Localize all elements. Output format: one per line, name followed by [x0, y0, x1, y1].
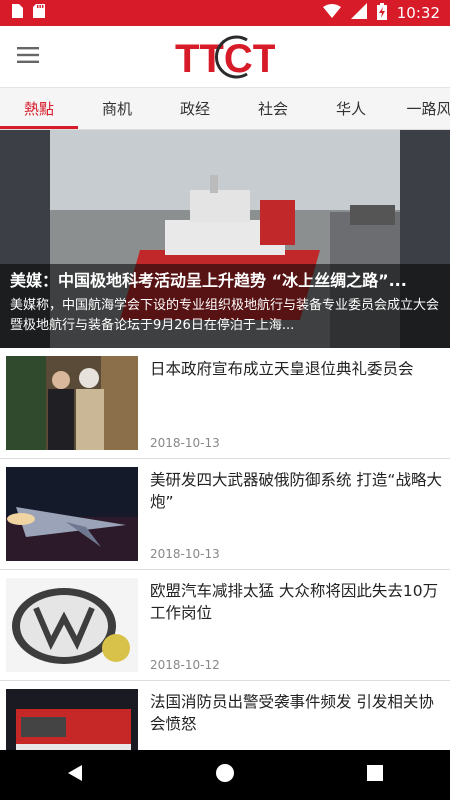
wifi-icon [322, 4, 341, 22]
news-thumbnail [6, 578, 138, 672]
news-list: 日本政府宣布成立天皇退位典礼委员会 2018-10-13 美研发四大武器破俄防御… [0, 348, 450, 792]
menu-button[interactable] [0, 29, 56, 85]
home-button[interactable] [195, 750, 255, 800]
status-right: 10:32 [322, 2, 440, 24]
news-date: 2018-10-12 [150, 658, 220, 672]
signal-icon [350, 3, 367, 23]
status-time: 10:32 [396, 4, 440, 22]
app-logo: TTCT [175, 34, 275, 80]
list-item[interactable]: 美研发四大武器破俄防御系统 打造“战略大炮” 2018-10-13 [0, 459, 450, 570]
imperial-couple-photo [6, 356, 138, 450]
status-left [10, 3, 46, 23]
news-thumbnail [6, 467, 138, 561]
status-bar: 10:32 [0, 0, 450, 26]
list-item[interactable]: 日本政府宣布成立天皇退位典礼委员会 2018-10-13 [0, 348, 450, 459]
recents-button[interactable] [345, 750, 405, 800]
tab-belt-road[interactable]: 一路风 [390, 88, 450, 129]
recents-icon [366, 764, 384, 786]
news-thumbnail [6, 356, 138, 450]
system-nav-bar [0, 750, 450, 800]
battery-charging-icon [376, 2, 387, 24]
news-title: 美研发四大武器破俄防御系统 打造“战略大炮” [150, 471, 442, 511]
sd-card-icon [32, 3, 46, 23]
tab-politics-economy[interactable]: 政经 [156, 88, 234, 129]
news-title: 日本政府宣布成立天皇退位典礼委员会 [150, 360, 414, 378]
news-body: 美研发四大武器破俄防御系统 打造“战略大炮” 2018-10-13 [138, 467, 444, 561]
news-body: 日本政府宣布成立天皇退位典礼委员会 2018-10-13 [138, 356, 444, 450]
hypersonic-missile-photo [6, 467, 138, 561]
hamburger-menu-icon [17, 46, 39, 67]
category-tabs: 熱點 商机 政经 社会 华人 一路风 [0, 88, 450, 130]
tab-chinese[interactable]: 华人 [312, 88, 390, 129]
news-date: 2018-10-13 [150, 436, 220, 450]
logo-mark: TTCT [175, 35, 275, 80]
app-bar: TTCT [0, 26, 450, 88]
featured-summary: 美媒称，中国航海学会下设的专业组织极地航行与装备专业委员会成立大会暨极地航行与装… [10, 298, 440, 333]
tab-business[interactable]: 商机 [78, 88, 156, 129]
tab-hot[interactable]: 熱點 [0, 88, 78, 129]
news-body: 欧盟汽车减排太猛 大众称将因此失去10万工作岗位 2018-10-12 [138, 578, 444, 672]
back-icon [66, 763, 84, 787]
featured-article[interactable]: 美媒：中国极地科考活动呈上升趋势 “冰上丝绸之路”... 美媒称，中国航海学会下… [0, 130, 450, 348]
news-date: 2018-10-13 [150, 547, 220, 561]
list-item[interactable]: 欧盟汽车减排太猛 大众称将因此失去10万工作岗位 2018-10-12 [0, 570, 450, 681]
sim-card-icon [10, 3, 24, 23]
home-icon [215, 763, 235, 787]
news-title: 法国消防员出警受袭事件频发 引发相关协会愤怒 [150, 693, 434, 733]
news-title: 欧盟汽车减排太猛 大众称将因此失去10万工作岗位 [150, 582, 439, 622]
featured-caption: 美媒：中国极地科考活动呈上升趋势 “冰上丝绸之路”... 美媒称，中国航海学会下… [0, 264, 450, 348]
vw-logo-cartoon [6, 578, 138, 672]
featured-title: 美媒：中国极地科考活动呈上升趋势 “冰上丝绸之路”... [10, 271, 407, 290]
tab-society[interactable]: 社会 [234, 88, 312, 129]
back-button[interactable] [45, 750, 105, 800]
